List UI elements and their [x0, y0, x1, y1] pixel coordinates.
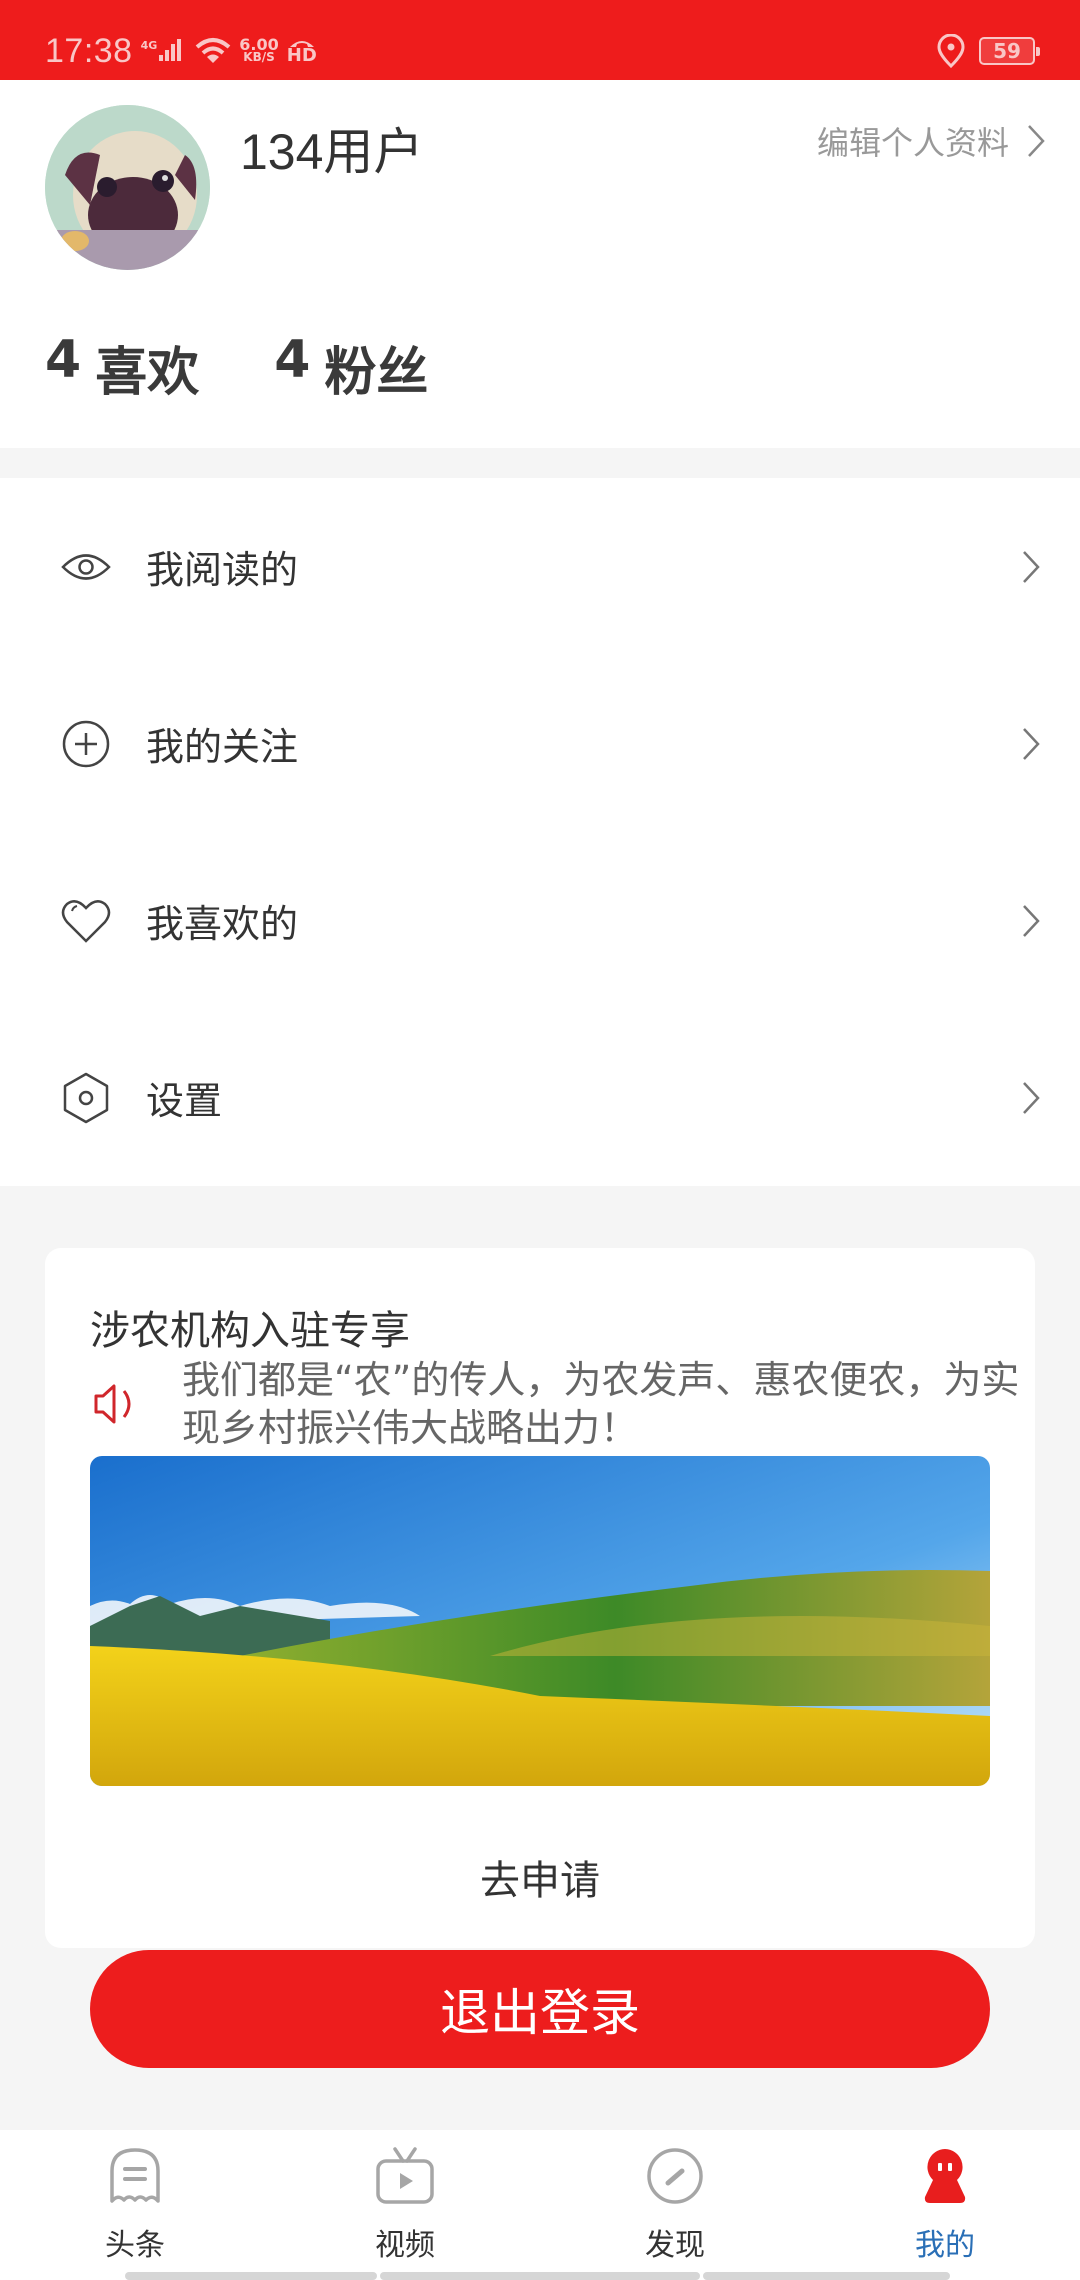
edit-profile-link[interactable]: 编辑个人资料 — [817, 118, 1045, 164]
headlines-icon — [105, 2146, 165, 2206]
stat-fans[interactable]: 4 粉丝 — [274, 330, 428, 405]
menu-item-reading-history[interactable]: 我阅读的 — [0, 478, 1080, 655]
plus-circle-icon — [60, 718, 112, 770]
menu-item-following[interactable]: 我的关注 — [0, 655, 1080, 832]
chevron-right-icon — [1023, 550, 1040, 583]
speaker-icon — [94, 1384, 131, 1424]
chevron-right-icon — [1028, 125, 1045, 157]
status-bar: 17:38 4G 6.00 KB/S HD 59 — [0, 0, 1080, 80]
system-nav-indicator — [380, 2272, 700, 2280]
edit-profile-label: 编辑个人资料 — [816, 124, 1009, 162]
eye-icon — [60, 541, 112, 593]
profile-person-icon — [915, 2146, 975, 2206]
profile-header: 134用户 编辑个人资料 4 喜欢 4 粉丝 — [0, 80, 1080, 448]
username: 134用户 — [240, 124, 424, 180]
fans-label: 粉丝 — [324, 343, 429, 403]
menu-item-settings[interactable]: 设置 — [0, 1009, 1080, 1186]
bottom-tab-bar: 头条 视频 发现 我的 — [0, 2130, 1080, 2280]
chevron-right-icon — [1023, 1081, 1040, 1114]
chevron-right-icon — [1023, 904, 1040, 937]
menu-item-label: 我喜欢的 — [146, 902, 299, 946]
tab-label: 视频 — [375, 2228, 435, 2263]
tab-headlines[interactable]: 头条 — [0, 2130, 270, 2280]
wheat-field-banner[interactable] — [90, 1456, 990, 1786]
location-icon — [937, 34, 965, 68]
pug-avatar-image — [45, 105, 210, 270]
logout-button[interactable]: 退出登录 — [90, 1950, 990, 2068]
settings-hexagon-icon — [60, 1072, 112, 1124]
tab-label: 发现 — [645, 2228, 705, 2263]
system-nav-indicator — [703, 2272, 950, 2280]
card-notice: 我们都是“农”的传人，为农发声、惠农便农，为实现乡村振兴伟大战略出力！ — [90, 1356, 1020, 1452]
battery-level: 59 — [993, 39, 1021, 63]
menu-item-label: 我的关注 — [146, 725, 299, 769]
tab-video[interactable]: 视频 — [270, 2130, 540, 2280]
battery-icon: 59 — [979, 37, 1040, 65]
card-title: 涉农机构入驻专享 — [90, 1308, 410, 1354]
profile-menu: 我阅读的 我的关注 我喜欢的 设置 — [0, 478, 1080, 1186]
hd-call-icon: HD — [286, 38, 317, 66]
menu-item-label: 设置 — [146, 1079, 223, 1123]
likes-count: 4 — [45, 330, 82, 390]
tab-label: 我的 — [915, 2228, 975, 2263]
speed-unit: KB/S — [243, 50, 275, 64]
cellular-signal-icon: 4G — [141, 39, 182, 63]
heart-icon — [60, 895, 112, 947]
tab-discover[interactable]: 发现 — [540, 2130, 810, 2280]
status-time: 17:38 — [45, 31, 133, 70]
notice-text: 我们都是“农”的传人，为农发声、惠农便农，为实现乡村振兴伟大战略出力！ — [182, 1358, 1020, 1450]
hd-label: HD — [286, 45, 317, 66]
video-tv-icon — [375, 2146, 435, 2206]
menu-item-likes[interactable]: 我喜欢的 — [0, 832, 1080, 1009]
fans-count: 4 — [274, 330, 311, 390]
wheat-field-image — [90, 1456, 990, 1786]
chevron-right-icon — [1023, 727, 1040, 760]
agri-institution-card: 涉农机构入驻专享 我们都是“农”的传人，为农发声、惠农便农，为实现乡村振兴伟大战… — [45, 1248, 1035, 1948]
network-type: 4G — [140, 39, 158, 52]
wifi-icon — [195, 38, 231, 63]
tab-label: 头条 — [105, 2228, 165, 2263]
apply-button[interactable]: 去申请 — [45, 1848, 1035, 1906]
likes-label: 喜欢 — [95, 343, 200, 403]
profile-stats: 4 喜欢 4 粉丝 — [45, 330, 428, 405]
network-speed: 6.00 KB/S — [239, 37, 278, 64]
stat-likes[interactable]: 4 喜欢 — [45, 330, 199, 405]
avatar[interactable] — [45, 105, 210, 270]
system-nav-indicator — [125, 2272, 377, 2280]
tab-profile[interactable]: 我的 — [810, 2130, 1080, 2280]
discover-compass-icon — [645, 2146, 705, 2206]
menu-item-label: 我阅读的 — [146, 548, 299, 592]
